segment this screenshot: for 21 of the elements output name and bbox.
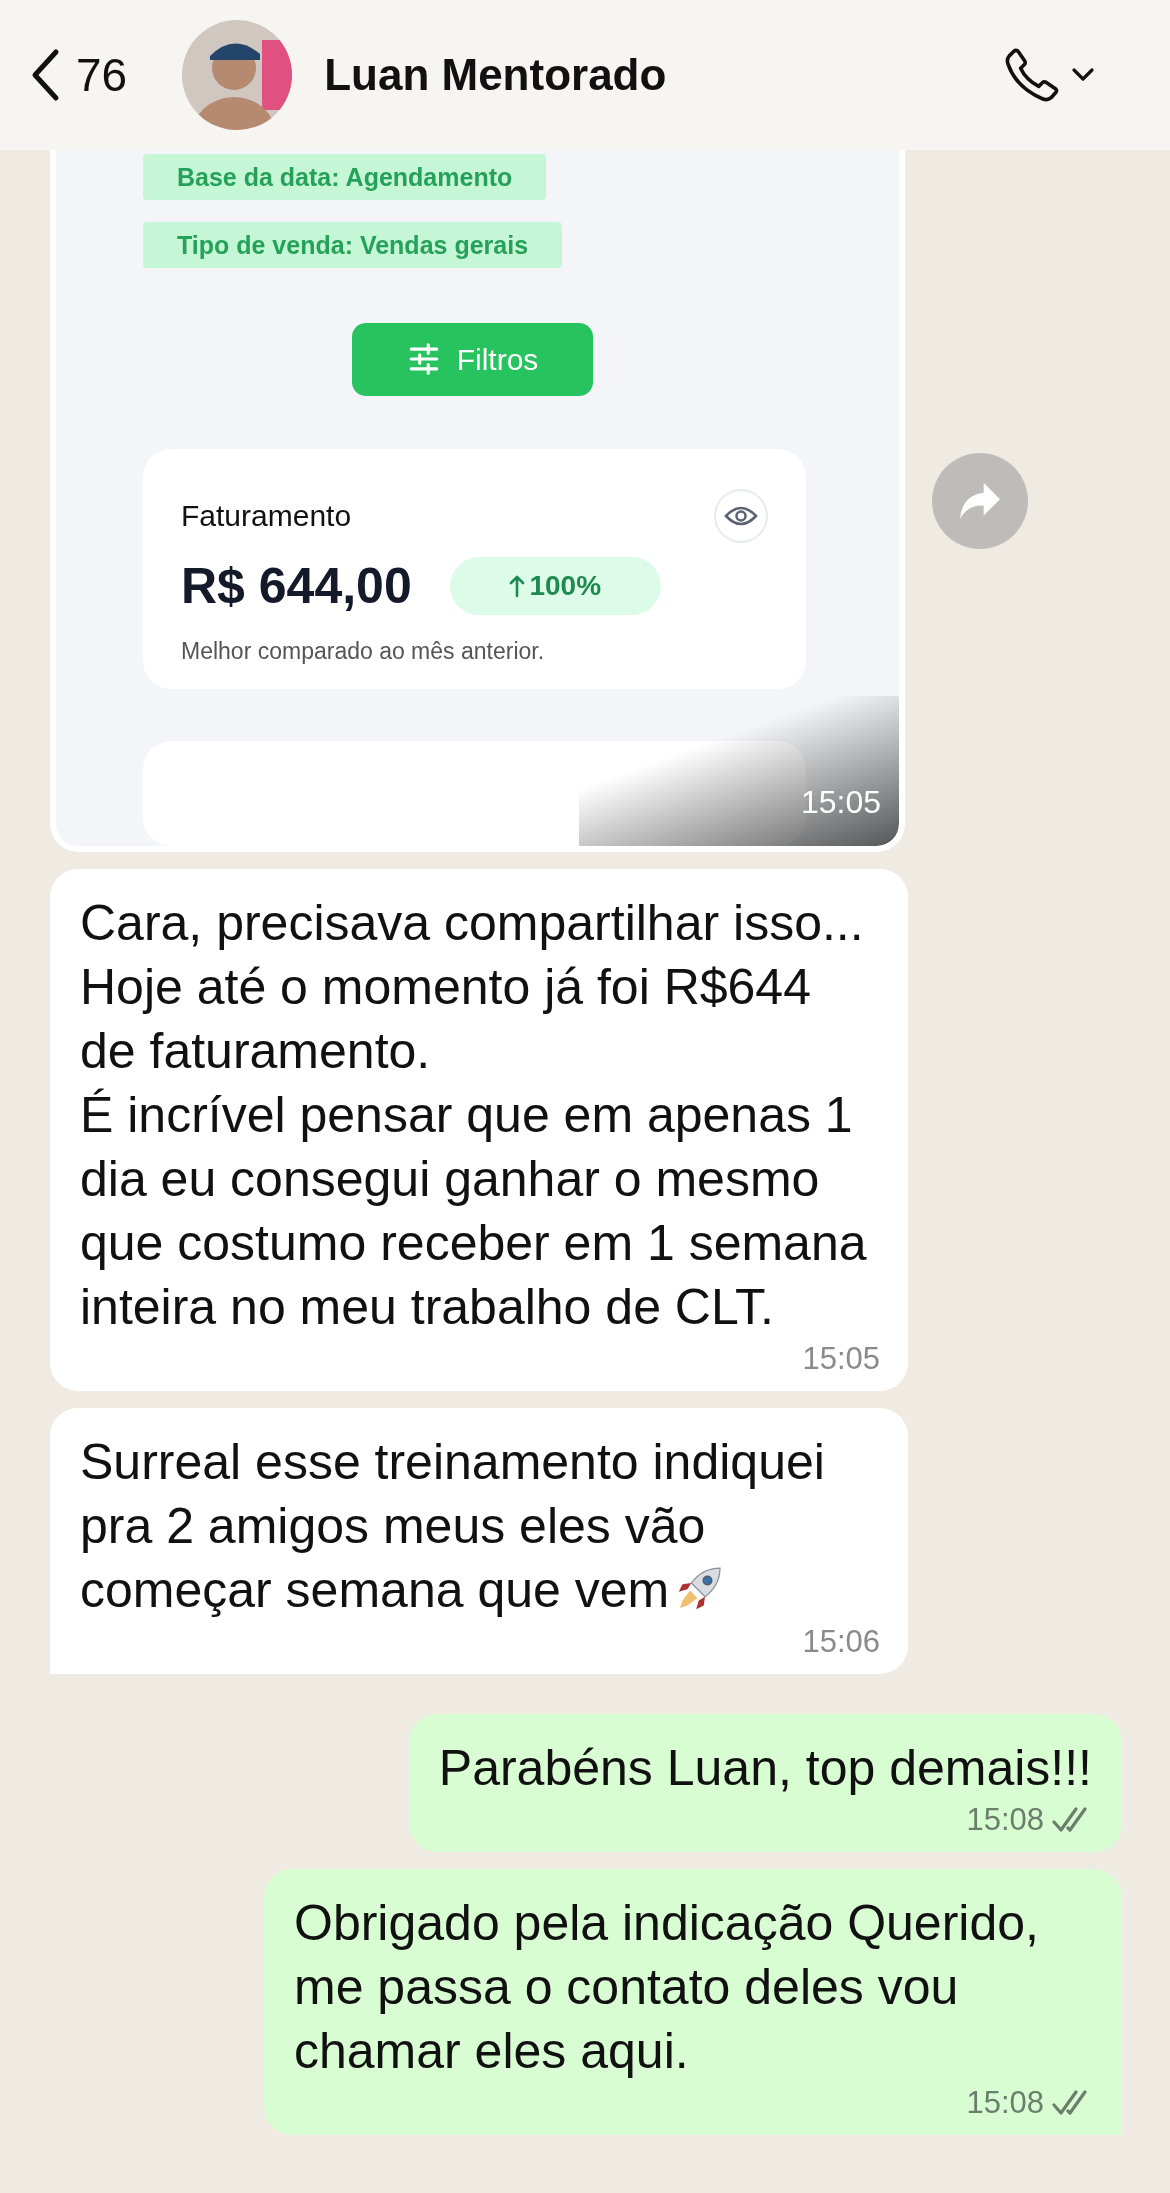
message-time: 15:08 bbox=[966, 1801, 1044, 1839]
message-time: 15:05 bbox=[800, 783, 881, 822]
revenue-value: R$ 644,00 bbox=[181, 556, 412, 616]
card-title: Faturamento bbox=[181, 498, 352, 535]
back-icon bbox=[30, 48, 60, 102]
message-text: Cara, precisava compartilhar isso... Hoje até o momento já foi R$644 de faturamento. É incrível pensar que em apenas 1 dia eu consegui ganhar o mesmo que costumo receber em 1 semana inteira no meu trabalho de CLT. bbox=[80, 894, 868, 1337]
forward-icon bbox=[958, 481, 1002, 521]
change-badge: 100% bbox=[449, 557, 661, 616]
message-text: Obrigado pela indicação Querido, me passa o contato deles vou chamar eles aqui. bbox=[294, 1894, 1040, 2081]
message-text: Surreal esse treinamento indiquei pra 2 amigos meus eles vão começar semana que vem bbox=[80, 1434, 826, 1618]
filter-chip: Base da data: Agendamento bbox=[143, 154, 547, 200]
filter-chip: Tipo de venda: Vendas gerais bbox=[143, 222, 563, 268]
back-button[interactable]: 76 bbox=[30, 40, 128, 110]
chevron-down-icon bbox=[1071, 67, 1095, 83]
message-time: 15:06 bbox=[802, 1623, 880, 1661]
message-text: Parabéns Luan, top demais!!! bbox=[438, 1739, 1092, 1798]
message-time: 15:08 bbox=[966, 2084, 1044, 2122]
contact-name[interactable]: Luan Mentorado bbox=[324, 42, 667, 108]
image-message[interactable]: Base da data: Agendamento Tipo de venda: Vendas gerais Filtros Faturamento R$ 644,00 100% Melhor comparado ao mês anterior. 15:05 bbox=[50, 150, 905, 852]
message-time: 15:05 bbox=[802, 1340, 880, 1378]
card-note: Melhor comparado ao mês anterior. bbox=[181, 636, 546, 666]
